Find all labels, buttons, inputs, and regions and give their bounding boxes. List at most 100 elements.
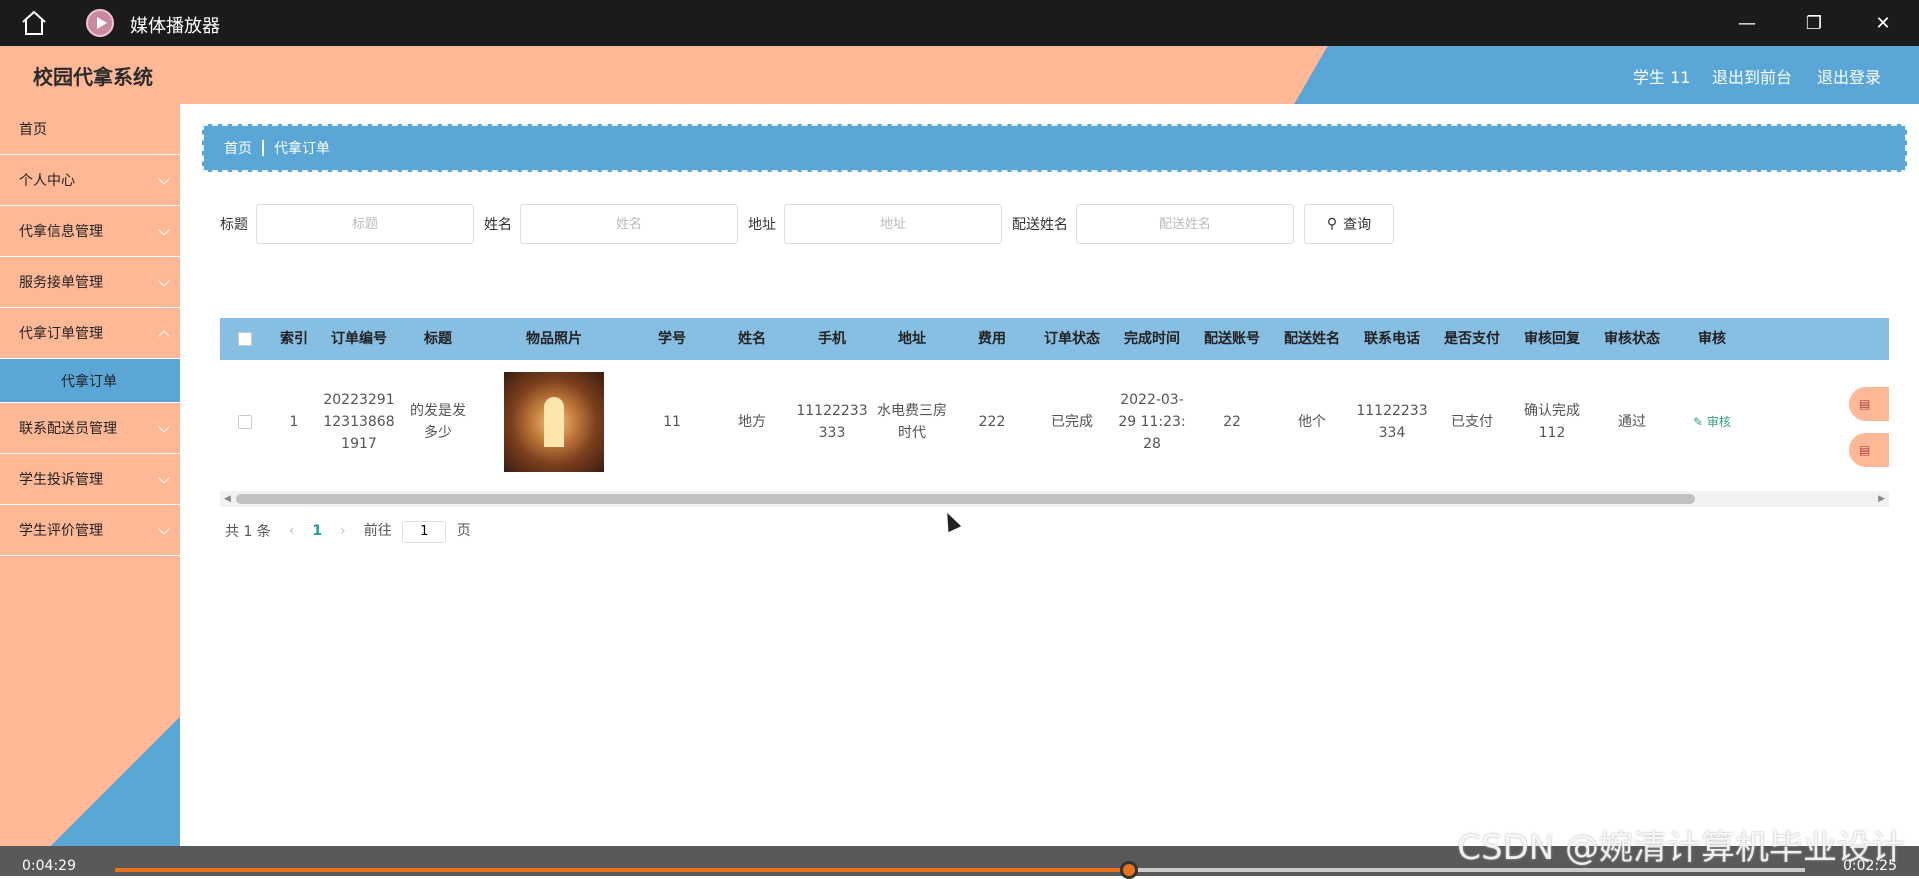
seek-handle[interactable] bbox=[1120, 861, 1138, 879]
sidebar-item-label: 代拿订单管理 bbox=[19, 326, 103, 342]
scrollbar-thumb[interactable] bbox=[236, 494, 1695, 504]
sidebar-item-reviews[interactable]: 学生评价管理 bbox=[0, 505, 180, 556]
column-header: 审核状态 bbox=[1604, 331, 1660, 347]
select-all-checkbox[interactable] bbox=[220, 332, 270, 346]
sidebar-item-label: 代拿信息管理 bbox=[19, 224, 103, 240]
current-user: 学生 11 bbox=[1633, 68, 1691, 87]
sidebar-item-pickup-info[interactable]: 代拿信息管理 bbox=[0, 206, 180, 257]
cell-title: 的发是发多少 bbox=[410, 403, 466, 441]
chevron-up-icon bbox=[158, 330, 170, 342]
home-icon[interactable] bbox=[20, 10, 48, 36]
search-button-label: 查询 bbox=[1343, 217, 1372, 233]
exit-to-front-link[interactable]: 退出到前台 bbox=[1712, 64, 1792, 88]
total-count: 共 1 条 bbox=[225, 524, 271, 541]
cell-review-status: 通过 bbox=[1618, 414, 1646, 430]
chevron-down-icon bbox=[158, 275, 170, 287]
cell-fee: 222 bbox=[978, 414, 1006, 430]
prev-page-icon[interactable]: ‹ bbox=[289, 523, 295, 539]
cell-index: 1 bbox=[289, 414, 299, 430]
sidebar-item-service-orders[interactable]: 服务接单管理 bbox=[0, 257, 180, 308]
search-icon: ⚲ bbox=[1326, 216, 1338, 232]
breadcrumb-separator bbox=[262, 140, 264, 156]
column-header: 审核回复 bbox=[1524, 331, 1580, 347]
cell-name: 地方 bbox=[738, 414, 766, 430]
column-header: 订单编号 bbox=[331, 331, 387, 347]
column-header: 配送姓名 bbox=[1284, 331, 1340, 347]
column-header: 索引 bbox=[280, 331, 308, 347]
pagination: 共 1 条 ‹ 1 › 前往 页 bbox=[225, 520, 471, 543]
column-header: 物品照片 bbox=[526, 331, 582, 347]
column-header: 审核 bbox=[1698, 331, 1726, 347]
sidebar-item-personal-center[interactable]: 个人中心 bbox=[0, 155, 180, 206]
sidebar-item-pickup-orders[interactable]: 代拿订单管理 bbox=[0, 308, 180, 359]
row-checkbox[interactable] bbox=[220, 415, 270, 429]
document-icon: ▤ bbox=[1859, 443, 1871, 457]
cell-phone: 11122233333 bbox=[796, 403, 868, 441]
column-header: 费用 bbox=[978, 331, 1006, 347]
chevron-down-icon bbox=[158, 472, 170, 484]
column-header: 是否支付 bbox=[1444, 331, 1500, 347]
scroll-left-icon[interactable]: ◀ bbox=[224, 494, 231, 504]
close-button[interactable]: ✕ bbox=[1863, 8, 1903, 38]
sidebar-item-courier-contact[interactable]: 联系配送员管理 bbox=[0, 403, 180, 454]
sidebar-subitem-pickup-order[interactable]: 代拿订单 bbox=[0, 359, 180, 403]
sidebar-item-home[interactable]: 首页 bbox=[0, 104, 180, 155]
cell-order-no: 20223291123138681917 bbox=[323, 392, 395, 452]
checkbox-icon bbox=[238, 415, 252, 429]
sidebar-item-label: 联系配送员管理 bbox=[19, 421, 117, 437]
courier-name-input[interactable] bbox=[1076, 204, 1294, 244]
page-number[interactable]: 1 bbox=[312, 523, 322, 539]
goto-page-input[interactable] bbox=[402, 520, 447, 543]
search-button[interactable]: ⚲ 查询 bbox=[1304, 204, 1394, 244]
cell-status: 已完成 bbox=[1051, 414, 1093, 430]
cell-review-reply: 确认完成112 bbox=[1524, 403, 1580, 441]
title-label: 标题 bbox=[220, 217, 248, 233]
restore-button[interactable]: ❐ bbox=[1794, 8, 1834, 38]
cell-student-no: 11 bbox=[663, 414, 681, 430]
breadcrumb-home[interactable]: 首页 bbox=[224, 138, 252, 158]
column-header: 联系电话 bbox=[1364, 331, 1420, 347]
search-form: 标题 姓名 地址 配送姓名 ⚲ 查询 bbox=[220, 203, 1394, 245]
media-player-titlebar: 媒体播放器 — ❐ ✕ bbox=[0, 0, 1919, 46]
edit-icon: ✎ bbox=[1693, 415, 1707, 429]
column-header: 手机 bbox=[818, 331, 846, 347]
column-header: 标题 bbox=[424, 331, 452, 347]
checkbox-icon bbox=[238, 332, 252, 346]
column-header: 学号 bbox=[658, 331, 686, 347]
sidebar-item-label: 学生评价管理 bbox=[19, 523, 103, 539]
seek-bar-fill bbox=[115, 868, 1129, 872]
address-input[interactable] bbox=[784, 204, 1002, 244]
title-input[interactable] bbox=[256, 204, 474, 244]
name-input[interactable] bbox=[520, 204, 738, 244]
scroll-right-icon[interactable]: ▶ bbox=[1878, 494, 1885, 504]
app-header: 校园代拿系统 学生 11 退出到前台 退出登录 bbox=[0, 46, 1919, 104]
next-page-icon[interactable]: › bbox=[340, 523, 346, 539]
detail-button[interactable]: ▤ bbox=[1849, 387, 1889, 421]
horizontal-scrollbar[interactable]: ◀ ▶ bbox=[220, 491, 1889, 507]
elapsed-time: 0:04:29 bbox=[22, 858, 76, 874]
sidebar-item-complaints[interactable]: 学生投诉管理 bbox=[0, 454, 180, 505]
sidebar-subitem-label: 代拿订单 bbox=[61, 373, 117, 390]
logout-link[interactable]: 退出登录 bbox=[1817, 64, 1881, 88]
sidebar-item-label: 首页 bbox=[19, 122, 47, 138]
column-header: 姓名 bbox=[738, 331, 766, 347]
courier-name-label: 配送姓名 bbox=[1012, 217, 1068, 233]
cell-contact: 11122233334 bbox=[1356, 403, 1428, 441]
audit-button[interactable]: ✎ 审核 bbox=[1672, 411, 1752, 433]
audit-label: 审核 bbox=[1706, 415, 1731, 429]
cell-finish-time: 2022-03-29 11:23:28 bbox=[1118, 392, 1186, 452]
orders-table: 索引 订单编号 标题 物品照片 学号 姓名 手机 地址 费用 订单状态 完成时间… bbox=[220, 318, 1889, 504]
sidebar-item-label: 学生投诉管理 bbox=[19, 472, 103, 488]
chevron-down-icon bbox=[158, 421, 170, 433]
modify-button[interactable]: ▤ bbox=[1849, 433, 1889, 467]
column-header: 地址 bbox=[898, 331, 926, 347]
minimize-button[interactable]: — bbox=[1727, 8, 1767, 38]
cell-paid: 已支付 bbox=[1451, 414, 1493, 430]
main-content: 首页 代拿订单 标题 姓名 地址 配送姓名 ⚲ 查询 索引 订单编号 标题 物品… bbox=[180, 104, 1919, 846]
chevron-down-icon bbox=[158, 224, 170, 236]
chevron-down-icon bbox=[158, 173, 170, 185]
name-label: 姓名 bbox=[484, 217, 512, 233]
table-row: 1 20223291123138681917 的发是发多少 11 地方 1112… bbox=[220, 360, 1889, 484]
sidebar-item-label: 服务接单管理 bbox=[19, 275, 103, 291]
item-photo[interactable] bbox=[504, 372, 604, 472]
